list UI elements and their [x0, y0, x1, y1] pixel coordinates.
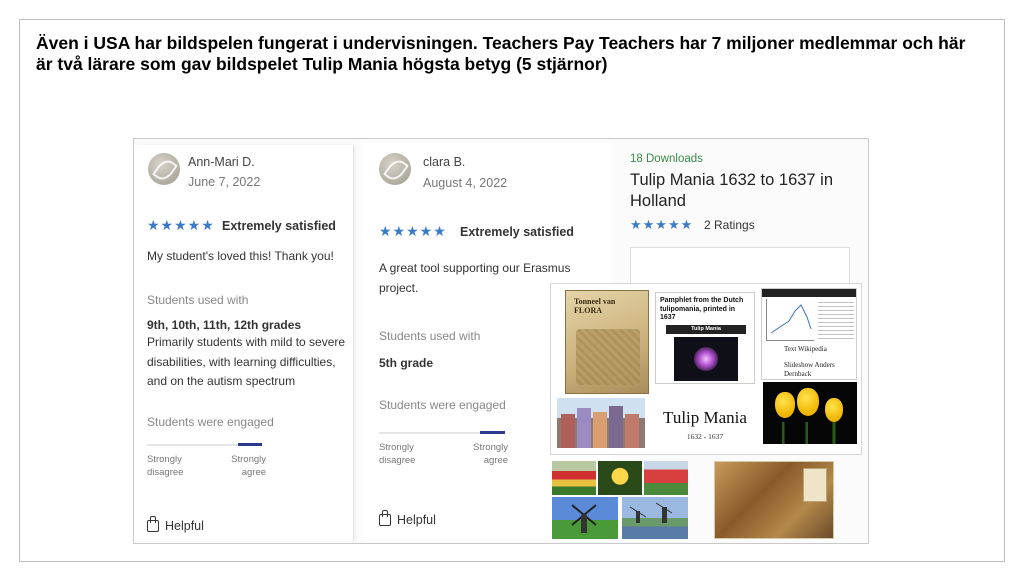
- tulip-stems: [763, 422, 857, 444]
- engaged-label: Students were engaged: [147, 415, 274, 429]
- review-date: August 4, 2022: [423, 176, 508, 190]
- star-rating: ★★★★★: [379, 223, 447, 239]
- wiki-chart-slide: Text Wikipedia Slideshow Anders Dernback: [761, 288, 857, 380]
- helpful-label: Helpful: [165, 519, 204, 533]
- red-tulips-image: [644, 461, 688, 495]
- thumbs-up-icon: [147, 516, 159, 532]
- tulip: [825, 398, 843, 422]
- rating-label: Extremely satisfied: [222, 219, 336, 233]
- house: [561, 414, 575, 448]
- scale-right-label: Strongly agree: [231, 454, 266, 478]
- grades: 5th grade: [379, 356, 434, 370]
- tulip: [797, 388, 819, 416]
- used-with-label: Students used with: [379, 329, 481, 343]
- book-title: Tonneel van FLORA: [574, 297, 616, 315]
- pamphlet-slide: Pamphlet from the Dutch tulipomania, pri…: [655, 292, 755, 384]
- reviewer-name: clara B.: [423, 155, 466, 169]
- flora-book-cover-image: Tonneel van FLORA: [565, 290, 649, 394]
- tpt-screenshot: Ann-Mari D. June 7, 2022 ★★★★★ Extremely…: [133, 138, 869, 544]
- slide-headline: Även i USA har bildspelen fungerat i und…: [36, 33, 966, 74]
- used-with-label: Students used with: [147, 293, 249, 307]
- engaged-label: Students were engaged: [379, 398, 506, 412]
- star-rating: ★★★★★: [147, 217, 215, 233]
- soap-bubble-image: [674, 337, 738, 381]
- yellow-tulip-image: [598, 461, 642, 495]
- slide-years: 1632 - 1637: [686, 432, 724, 441]
- review-date: June 7, 2022: [188, 175, 261, 189]
- windmill-icon: [571, 504, 597, 533]
- helpful-button[interactable]: Helpful: [379, 510, 436, 527]
- helpful-label: Helpful: [397, 513, 436, 527]
- product-title[interactable]: Tulip Mania 1632 to 1637 in Holland: [630, 170, 860, 212]
- house: [593, 412, 607, 448]
- engagement-scale-marker: [238, 443, 262, 446]
- engraving-illustration: [576, 329, 640, 385]
- yellow-tulips-image: [763, 382, 857, 444]
- avatar: [379, 153, 411, 185]
- pamphlet-title: Pamphlet from the Dutch tulipomania, pri…: [660, 297, 744, 321]
- avatar: [148, 153, 180, 185]
- downloads-count: 18 Downloads: [630, 153, 703, 165]
- house: [609, 406, 623, 448]
- chart-caption-text: [818, 299, 854, 339]
- product-preview-box: [630, 247, 850, 287]
- product-star-rating: ★★★★★: [630, 217, 694, 232]
- slideshow-collage: Tonneel van FLORA Pamphlet from the Dutc…: [550, 283, 862, 455]
- wiki-credit: Text Wikipedia: [784, 345, 827, 353]
- review-card-1: Ann-Mari D. June 7, 2022 ★★★★★ Extremely…: [134, 145, 354, 541]
- reviewer-name: Ann-Mari D.: [188, 155, 255, 169]
- windmills-icon: [629, 502, 673, 523]
- tulip: [775, 392, 795, 418]
- thumbs-up-icon: [379, 510, 391, 526]
- rating-label: Extremely satisfied: [460, 225, 574, 239]
- windmill-image: [552, 497, 618, 539]
- ratings-count[interactable]: 2 Ratings: [704, 218, 755, 232]
- slideshow-credit: Slideshow Anders Dernback: [784, 361, 835, 378]
- price-chart-image: [766, 299, 814, 341]
- scale-left-label: Strongly disagree: [147, 454, 184, 478]
- bruegel-painting-image: [714, 461, 834, 539]
- tulip-photo-grid: [552, 461, 690, 539]
- helpful-button[interactable]: Helpful: [147, 516, 204, 533]
- scale-left-label: Strongly disagree: [379, 442, 416, 466]
- dutch-houses-image: [557, 398, 645, 448]
- scale-right-label: Strongly agree: [473, 442, 508, 466]
- price-line-icon: [770, 304, 812, 334]
- review-text: My student's loved this! Thank you!: [147, 249, 334, 263]
- slide-header-bar: [762, 289, 856, 297]
- grades: 9th, 10th, 11th, 12th grades: [147, 318, 302, 332]
- student-details: Primarily students with mild to severe d…: [147, 335, 346, 388]
- slide-title: Tulip Mania: [663, 408, 747, 427]
- house: [577, 408, 591, 448]
- windmills-canal-image: [622, 497, 688, 539]
- house: [625, 414, 639, 448]
- pamphlet-bar-label: Tulip Mania: [666, 325, 746, 334]
- tulip-field-image: [552, 461, 596, 495]
- engagement-scale-marker: [480, 431, 505, 434]
- title-slide: Tulip Mania 1632 - 1637: [651, 402, 759, 450]
